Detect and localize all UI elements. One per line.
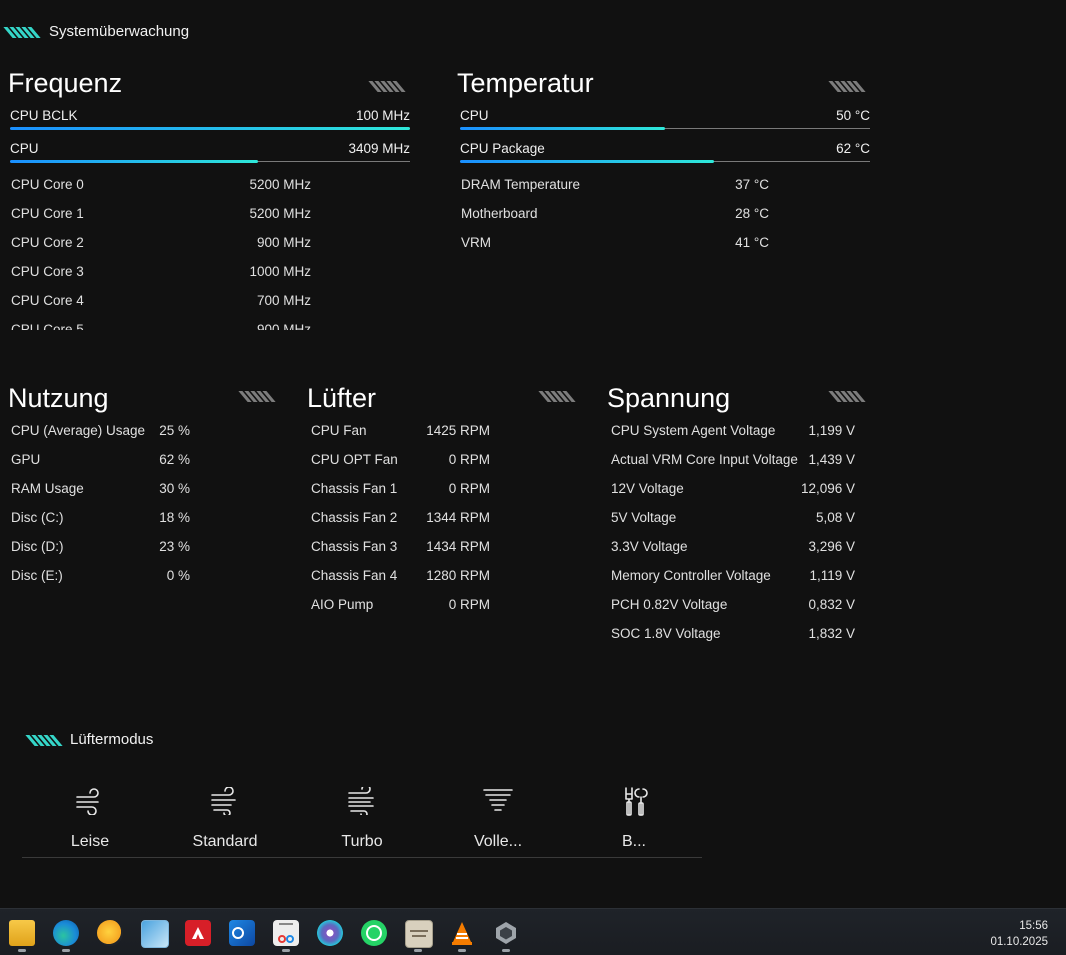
fan-mode-icon xyxy=(25,735,63,746)
temperature-bar-cpu: CPU 50 °C xyxy=(458,108,870,141)
fan-mode-label: Turbo xyxy=(341,833,383,850)
edge-browser-icon[interactable] xyxy=(53,920,79,946)
fan-mode-label: Leise xyxy=(70,833,110,850)
list-item: AIO Pump 0 RPM xyxy=(311,597,490,612)
list-item: Actual VRM Core Input Voltage 1,439 V xyxy=(611,452,855,467)
list-item: Chassis Fan 4 1280 RPM xyxy=(311,568,490,583)
running-indicator xyxy=(62,949,70,952)
running-indicator xyxy=(502,949,510,952)
outlook-icon[interactable] xyxy=(229,920,255,946)
list-item: CPU Core 3 1000 MHz xyxy=(11,264,311,279)
app-logo-icon xyxy=(3,27,41,38)
file-explorer-icon[interactable] xyxy=(9,920,35,946)
frequency-core-list[interactable]: CPU Core 0 5200 MHz CPU Core 1 5200 MHz CP… xyxy=(11,177,311,330)
list-item: RAM Usage 30 % xyxy=(11,481,190,496)
clock-date: 01.10.2025 xyxy=(990,936,1048,948)
list-item: CPU Core 2 900 MHz xyxy=(11,235,311,250)
list-item: Disc (D:) 23 % xyxy=(11,539,190,554)
list-item: Disc (E:) 0 % xyxy=(11,568,190,583)
bar-label: CPU BCLK xyxy=(10,108,78,123)
list-item: DRAM Temperature 37 °C xyxy=(461,177,769,192)
bar-value: 3409 MHz xyxy=(348,141,410,156)
running-indicator xyxy=(282,949,290,952)
list-item: CPU Core 1 5200 MHz xyxy=(11,206,311,221)
list-item: CPU Core 4 700 MHz xyxy=(11,293,311,308)
fan-mode-label: Standard xyxy=(192,833,258,850)
bar-fill xyxy=(10,127,410,130)
frequency-section-icon xyxy=(368,81,406,92)
bar-fill xyxy=(460,127,665,130)
wind-high-icon xyxy=(348,787,374,815)
list-item: CPU OPT Fan 0 RPM xyxy=(311,452,490,467)
list-item: GPU 62 % xyxy=(11,452,190,467)
bar-label: CPU xyxy=(10,141,39,156)
taskbar: 15:56 01.10.2025 xyxy=(0,908,1066,955)
bar-fill xyxy=(460,160,714,163)
frequency-title: Frequenz xyxy=(8,68,123,98)
usage-section-icon xyxy=(238,391,276,402)
full-speed-icon xyxy=(483,789,513,811)
amd-software-icon[interactable] xyxy=(185,920,211,946)
bar-value: 62 °C xyxy=(836,141,870,156)
fan-mode-label: B... xyxy=(621,833,646,850)
list-item: Chassis Fan 2 1344 RPM xyxy=(311,510,490,525)
list-item: Chassis Fan 3 1434 RPM xyxy=(311,539,490,554)
fans-title: Lüfter xyxy=(307,383,377,413)
frequency-bar-bclk: CPU BCLK 100 MHz xyxy=(8,108,410,141)
bar-fill xyxy=(10,160,258,163)
list-item: SOC 1.8V Voltage 1,832 V xyxy=(611,626,855,641)
fan-mode-button-turbo[interactable]: Turbo xyxy=(302,787,422,867)
list-item: CPU Core 0 5200 MHz xyxy=(11,177,311,192)
fan-mode-label: Volle... xyxy=(473,833,523,850)
list-item: PCH 0.82V Voltage 0,832 V xyxy=(611,597,855,612)
list-item: 3.3V Voltage 3,296 V xyxy=(611,539,855,554)
temperature-title: Temperatur xyxy=(457,68,594,98)
list-item: CPU (Average) Usage 25 % xyxy=(11,423,190,438)
running-indicator xyxy=(414,949,422,952)
list-item: VRM 41 °C xyxy=(461,235,769,250)
bar-value: 100 MHz xyxy=(355,108,410,123)
snipping-tool-icon[interactable] xyxy=(273,920,299,946)
whatsapp-icon[interactable] xyxy=(361,920,387,946)
bar-value: 50 °C xyxy=(836,108,870,123)
control-panel-icon[interactable] xyxy=(141,920,169,948)
fan-mode-divider xyxy=(22,857,702,858)
fan-mode-button-full[interactable]: Volle... xyxy=(438,787,558,867)
fan-mode-button-custom[interactable]: B... xyxy=(574,787,694,867)
weather-icon[interactable] xyxy=(97,920,123,946)
list-item: CPU Fan 1425 RPM xyxy=(311,423,490,438)
temperature-section-icon xyxy=(828,81,866,92)
armoury-crate-icon[interactable] xyxy=(493,920,519,946)
orbit-app-icon[interactable] xyxy=(317,920,343,946)
tools-icon xyxy=(625,787,648,816)
list-item: 5V Voltage 5,08 V xyxy=(611,510,855,525)
temperature-bar-package: CPU Package 62 °C xyxy=(458,141,870,174)
list-item: Memory Controller Voltage 1,119 V xyxy=(611,568,855,583)
running-indicator xyxy=(458,949,466,952)
anno-game-icon[interactable] xyxy=(405,920,433,948)
voltage-section-icon xyxy=(828,391,866,402)
voltage-title: Spannung xyxy=(607,383,731,413)
frequency-bar-cpu: CPU 3409 MHz xyxy=(8,141,410,174)
clock-time: 15:56 xyxy=(1019,920,1048,932)
fan-mode-button-standard[interactable]: Standard xyxy=(165,787,285,867)
wind-low-icon xyxy=(76,788,99,815)
wind-medium-icon xyxy=(211,787,236,815)
fan-mode-button-leise[interactable]: Leise xyxy=(30,787,150,867)
vlc-icon[interactable] xyxy=(449,920,475,946)
list-item: Chassis Fan 10 RPM xyxy=(311,481,490,496)
running-indicator xyxy=(18,949,26,952)
list-item: CPU Core 5 900 MHz xyxy=(11,322,311,330)
list-item: Disc (C:) 18 % xyxy=(11,510,190,525)
list-item: CPU System Agent Voltage 1,199 V xyxy=(611,423,855,438)
usage-title: Nutzung xyxy=(8,383,109,413)
list-item: Motherboard 28 °C xyxy=(461,206,769,221)
bar-label: CPU xyxy=(460,108,489,123)
app-title: Systemüberwachung xyxy=(49,23,190,40)
list-item: 12V Voltage 12,096 V xyxy=(611,481,855,496)
bar-label: CPU Package xyxy=(460,141,545,156)
fans-section-icon xyxy=(538,391,576,402)
taskbar-clock[interactable]: 15:56 01.10.2025 xyxy=(990,918,1048,950)
fan-mode-title: Lüftermodus xyxy=(70,731,154,748)
